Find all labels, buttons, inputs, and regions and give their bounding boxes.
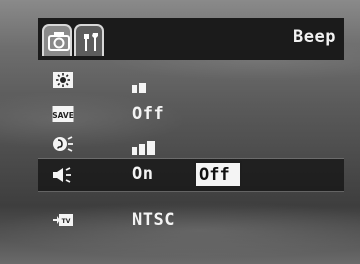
tab-setup[interactable] xyxy=(74,24,104,56)
save-icon: SAVE xyxy=(52,106,74,122)
menu-row-beep[interactable]: On Off xyxy=(38,159,344,191)
setup-tools-icon xyxy=(84,33,98,51)
tv-out-icon: TV xyxy=(53,214,73,226)
level-segment xyxy=(132,147,137,155)
beep-speaker-icon xyxy=(53,167,71,183)
beep-value[interactable]: On xyxy=(132,164,153,184)
menu-row-volume[interactable] xyxy=(38,128,344,160)
menu-row-brightness[interactable] xyxy=(38,64,344,96)
page-title: Beep xyxy=(293,27,336,47)
volume-level-icon xyxy=(53,136,73,152)
settings-menu: Beep SAVE Off On Off TV NTSC xyxy=(38,18,344,250)
volume-level-bar xyxy=(132,136,157,155)
level-segment xyxy=(139,83,146,93)
menu-row-save[interactable]: SAVE Off xyxy=(38,98,344,130)
svg-text:SAVE: SAVE xyxy=(52,111,74,120)
svg-text:TV: TV xyxy=(62,218,71,225)
camera-icon xyxy=(48,32,70,51)
level-segment xyxy=(132,85,137,93)
brightness-icon xyxy=(53,72,73,88)
level-segment xyxy=(139,144,145,155)
menu-header: Beep xyxy=(38,18,344,60)
brightness-level-bar xyxy=(132,74,148,93)
tab-camera[interactable] xyxy=(42,24,72,56)
divider xyxy=(38,191,344,192)
tv-out-value: NTSC xyxy=(132,210,175,230)
level-segment xyxy=(147,141,155,155)
beep-option-selected[interactable]: Off xyxy=(194,161,242,188)
save-value: Off xyxy=(132,104,165,124)
menu-row-tv-out[interactable]: TV NTSC xyxy=(38,204,344,236)
